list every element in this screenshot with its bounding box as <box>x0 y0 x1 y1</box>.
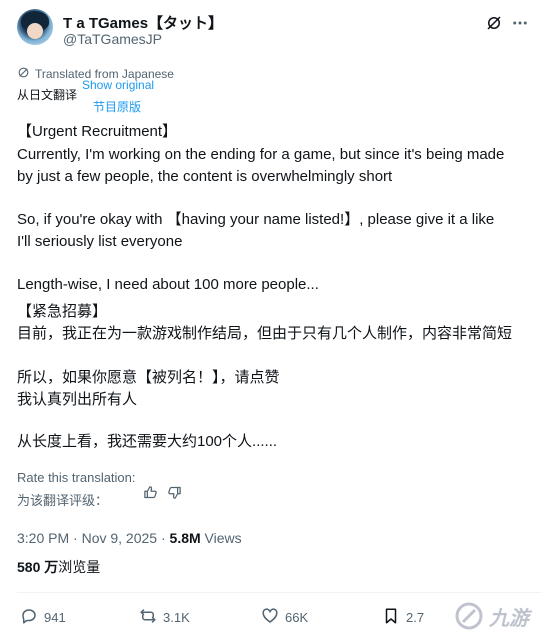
body-line: 目前，我正在为一款游戏制作结局，但由于只有几个人制作，内容非常简短 <box>17 325 513 342</box>
body-line: Currently, I'm working on the ending for… <box>17 146 505 163</box>
body-line: 所以，如果你愿意【被列名！】，请点赞 <box>17 369 280 386</box>
body-line: Length-wise, I need about 100 more peopl… <box>17 276 319 293</box>
bookmark-icon <box>382 607 400 628</box>
rate-translation-label: Rate this translation: <box>17 470 136 485</box>
body-line: 我认真列出所有人 <box>17 391 138 408</box>
more-icon[interactable] <box>509 12 531 34</box>
views-zh-label: 浏览量 <box>58 559 101 575</box>
handle[interactable]: @TaTGamesJP <box>63 31 162 47</box>
post-meta: 3:20 PM · Nov 9, 2025 · 5.8M Views <box>17 530 242 546</box>
views-label: Views <box>200 530 242 546</box>
like-icon <box>261 607 279 628</box>
body-line: I'll seriously list everyone <box>17 233 183 250</box>
repost-icon <box>139 607 157 628</box>
show-original-zh: 节目原版 <box>93 100 142 114</box>
bookmark-count: 2.7 <box>406 610 425 625</box>
body-line: 【紧急招募】 <box>17 303 108 320</box>
bookmark-button[interactable]: 2.7 <box>382 607 424 628</box>
repost-button[interactable]: 3.1K <box>139 607 190 628</box>
watermark-text: 九游 <box>489 607 529 630</box>
like-count: 66K <box>285 610 309 625</box>
translate-icon <box>17 66 30 82</box>
avatar[interactable] <box>17 9 53 45</box>
timestamp[interactable]: 3:20 PM · Nov 9, 2025 · <box>17 530 170 546</box>
repost-count: 3.1K <box>163 610 190 625</box>
views-count: 5.8M <box>169 530 201 546</box>
views-zh: 580 万浏览量 <box>17 557 100 577</box>
rate-translation-label-zh: 为该翻译评级： <box>17 493 109 508</box>
display-name[interactable]: T a TGames【タット】 <box>63 12 223 33</box>
watermark-logo: 九游 <box>453 596 537 636</box>
divider <box>17 592 541 593</box>
body-line: by just a few people, the content is ove… <box>17 168 393 185</box>
translated-from-zh: 从日文翻译 <box>17 88 78 102</box>
body-line: So, if you're okay with 【having your nam… <box>17 211 495 228</box>
thumb-down-icon[interactable] <box>165 483 183 501</box>
body-line: 从长度上看，我还需要大约100个人...... <box>17 433 278 450</box>
grok-icon[interactable] <box>483 12 505 34</box>
thumb-up-icon[interactable] <box>141 483 159 501</box>
like-button[interactable]: 66K <box>261 607 308 628</box>
views-zh-count: 580 万 <box>17 559 59 575</box>
reply-button[interactable]: 941 <box>20 607 66 628</box>
body-line: 【Urgent Recruitment】 <box>17 123 178 140</box>
show-original-link[interactable]: Show original <box>82 78 154 92</box>
reply-icon <box>20 607 38 628</box>
reply-count: 941 <box>44 610 66 625</box>
